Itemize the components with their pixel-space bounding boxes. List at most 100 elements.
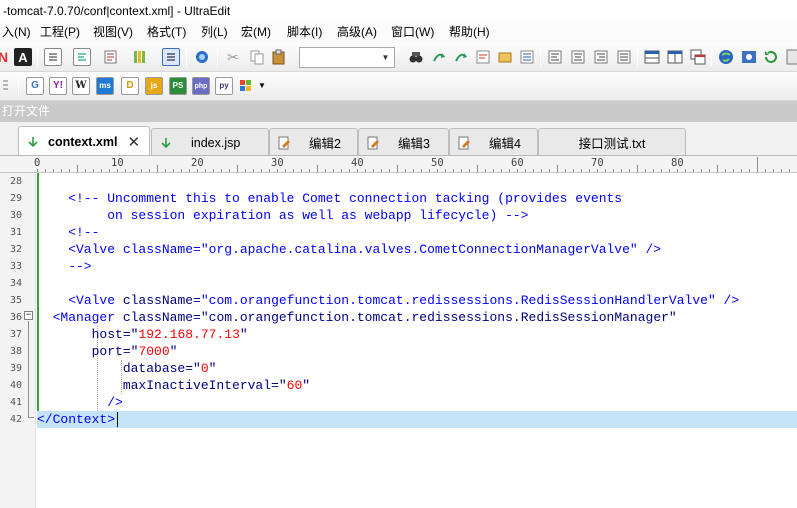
menu-macro[interactable]: 宏(M) bbox=[239, 22, 273, 43]
justify-icon[interactable] bbox=[615, 48, 633, 66]
cut-icon[interactable]: ✂ bbox=[224, 48, 242, 66]
code-token: = bbox=[271, 378, 279, 393]
copy-icon[interactable] bbox=[248, 48, 266, 66]
fold-collapse-icon[interactable]: − bbox=[24, 311, 33, 320]
tab-edit2[interactable]: 编辑2 bbox=[269, 128, 358, 155]
menu-format[interactable]: 格式(T) bbox=[145, 22, 188, 43]
ruler-label: 50 bbox=[430, 157, 445, 169]
replace-icon[interactable] bbox=[474, 48, 492, 66]
cascade-icon[interactable] bbox=[689, 48, 707, 66]
align-left-icon[interactable] bbox=[546, 48, 564, 66]
menu-project[interactable]: 工程(P) bbox=[38, 22, 82, 43]
search-combo[interactable]: ▼ bbox=[299, 47, 395, 68]
line-number-gutter[interactable]: − 28 29 30 31 32 33 34 35 36 37 38 39 40 41 42 bbox=[0, 173, 36, 508]
tile-horizontal-icon[interactable] bbox=[643, 48, 661, 66]
tab-interface-test-txt[interactable]: 接口测试.txt bbox=[538, 128, 686, 155]
php-icon[interactable]: php bbox=[192, 77, 210, 95]
menu-column[interactable]: 列(L) bbox=[199, 22, 230, 43]
code-line[interactable]: <!-- bbox=[37, 224, 797, 241]
menu-insert[interactable]: 入(N) bbox=[0, 22, 33, 43]
browser-icon[interactable] bbox=[193, 48, 211, 66]
code-line[interactable]: database="0" bbox=[37, 360, 797, 377]
replace-files-icon[interactable] bbox=[518, 48, 536, 66]
toolbar-overflow-icon[interactable]: ▼ bbox=[257, 77, 267, 95]
menu-help[interactable]: 帮助(H) bbox=[447, 22, 492, 43]
tab-edit3[interactable]: 编辑3 bbox=[358, 128, 449, 155]
msdn-icon[interactable]: ms bbox=[96, 77, 114, 95]
line-number: 42 bbox=[9, 414, 22, 425]
perl-icon[interactable]: PS bbox=[169, 77, 187, 95]
windows-icon[interactable] bbox=[237, 77, 255, 95]
column-mode-icon[interactable] bbox=[131, 48, 149, 66]
ftp-icon[interactable] bbox=[740, 48, 758, 66]
code-line[interactable]: port="7000" bbox=[37, 343, 797, 360]
code-line[interactable]: <!-- Uncomment this to enable Comet conn… bbox=[37, 190, 797, 207]
tab-index-jsp[interactable]: index.jsp bbox=[151, 128, 269, 155]
main-toolbar: N A ✂ ▼ bbox=[0, 43, 797, 72]
code-line[interactable]: <Valve className="com.orangefunction.tom… bbox=[37, 292, 797, 309]
tab-label: 编辑3 bbox=[398, 137, 430, 151]
code-line[interactable]: maxInactiveInterval="60" bbox=[37, 377, 797, 394]
wrap-icon[interactable] bbox=[73, 48, 91, 66]
tile-vertical-icon[interactable] bbox=[666, 48, 684, 66]
hex-icon[interactable] bbox=[102, 48, 120, 66]
open-files-label: 打开文件 bbox=[2, 104, 51, 118]
code-line[interactable]: /> bbox=[37, 394, 797, 411]
code-line[interactable] bbox=[37, 275, 797, 292]
menu-view[interactable]: 视图(V) bbox=[91, 22, 135, 43]
find-prev-icon[interactable] bbox=[430, 48, 448, 66]
align-center-icon[interactable] bbox=[569, 48, 587, 66]
code-token: on session expiration as well as webapp … bbox=[37, 208, 529, 223]
toolbar-separator bbox=[711, 48, 712, 67]
dictionary-icon[interactable]: D bbox=[121, 77, 139, 95]
menu-advanced[interactable]: 高级(A) bbox=[335, 22, 379, 43]
code-token: = bbox=[122, 344, 131, 359]
line-number: 34 bbox=[9, 278, 22, 289]
web-icon[interactable] bbox=[717, 48, 735, 66]
find-files-icon[interactable] bbox=[496, 48, 514, 66]
js-icon[interactable]: js bbox=[145, 77, 163, 95]
toolbar-separator bbox=[18, 77, 19, 96]
code-line[interactable]: --> bbox=[37, 258, 797, 275]
chevron-down-icon[interactable]: ▼ bbox=[377, 48, 394, 67]
partial-icon[interactable]: N bbox=[0, 48, 12, 66]
code-line[interactable]: on session expiration as well as webapp … bbox=[37, 207, 797, 224]
list-icon[interactable] bbox=[44, 48, 62, 66]
code-line[interactable]: host="192.168.77.13" bbox=[37, 326, 797, 343]
yahoo-icon[interactable]: Y! bbox=[49, 77, 67, 95]
font-icon[interactable]: A bbox=[14, 48, 32, 66]
refresh-icon[interactable] bbox=[762, 48, 780, 66]
line-number: 29 bbox=[9, 193, 22, 204]
find-icon[interactable] bbox=[407, 48, 425, 66]
menu-script[interactable]: 脚本(I) bbox=[285, 22, 324, 43]
ruler-label: 0 bbox=[33, 157, 42, 169]
python-icon[interactable]: py bbox=[215, 77, 233, 95]
code-line[interactable] bbox=[37, 173, 797, 190]
line-numbers-icon[interactable] bbox=[162, 48, 180, 66]
toolbar-separator bbox=[186, 48, 187, 67]
text-caret bbox=[117, 412, 118, 427]
align-right-icon[interactable] bbox=[592, 48, 610, 66]
paste-icon[interactable] bbox=[270, 48, 288, 66]
column-ruler: 0 10 20 30 40 50 60 70 80 bbox=[0, 156, 797, 173]
wikipedia-icon[interactable]: W bbox=[72, 77, 90, 95]
toolbar-separator bbox=[217, 48, 218, 67]
code-token: host bbox=[37, 327, 123, 342]
find-next-icon[interactable] bbox=[452, 48, 470, 66]
code-editor[interactable]: <!-- Uncomment this to enable Comet conn… bbox=[37, 173, 797, 508]
line-number: 32 bbox=[9, 244, 22, 255]
tab-label: 接口测试.txt bbox=[578, 137, 646, 151]
manage-icon[interactable] bbox=[785, 48, 797, 66]
tab-edit4[interactable]: 编辑4 bbox=[449, 128, 538, 155]
google-icon[interactable]: G bbox=[26, 77, 44, 95]
tab-context-xml[interactable]: context.xml ✕ bbox=[18, 126, 150, 155]
document-tab-bar: context.xml ✕ index.jsp 编辑2 编辑3 编辑4 接口测试… bbox=[0, 122, 797, 156]
code-token: = bbox=[193, 293, 201, 308]
menu-window[interactable]: 窗口(W) bbox=[389, 22, 436, 43]
code-line[interactable]: <Valve className="org.apache.catalina.va… bbox=[37, 241, 797, 258]
ruler-label: 40 bbox=[350, 157, 365, 169]
code-line[interactable]: <Manager className="com.orangefunction.t… bbox=[37, 309, 797, 326]
code-line[interactable]: </Context> bbox=[37, 411, 797, 428]
close-icon[interactable]: ✕ bbox=[127, 133, 140, 151]
